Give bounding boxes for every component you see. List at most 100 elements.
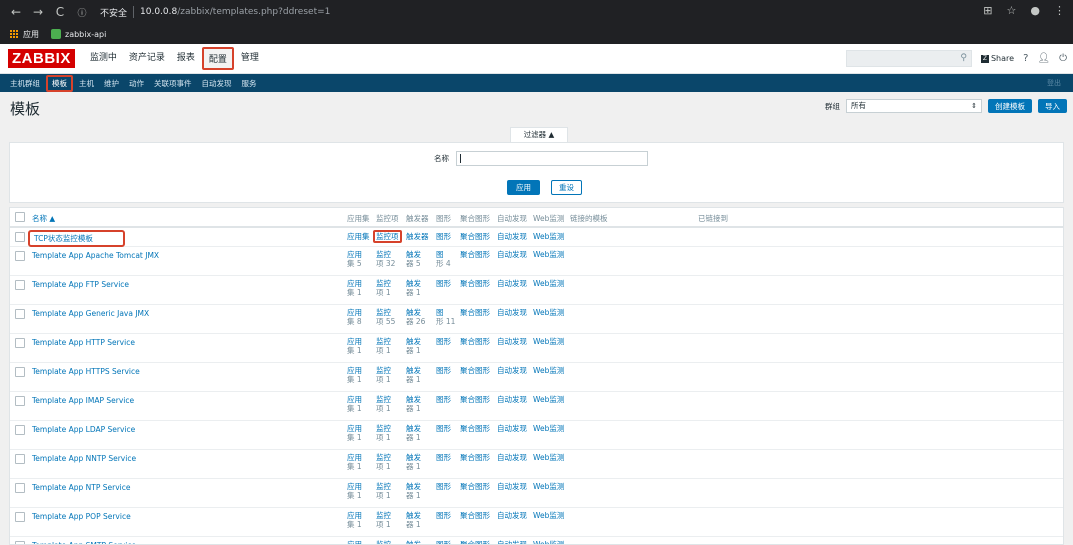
web-link[interactable]: Web监测 — [533, 482, 564, 491]
items-link[interactable]: 监控项 1 — [376, 482, 391, 500]
row-checkbox[interactable] — [15, 396, 25, 406]
zabbix-logo[interactable]: ZABBIX — [8, 49, 75, 68]
graphs-link[interactable]: 图形 — [436, 424, 451, 433]
template-name-link[interactable]: Template App IMAP Service — [32, 396, 134, 405]
row-checkbox[interactable] — [15, 232, 25, 242]
submenu-logout[interactable]: 登出 — [1043, 77, 1065, 89]
applications-link[interactable]: 应用集 1 — [347, 366, 362, 384]
web-link[interactable]: Web监测 — [533, 511, 564, 520]
graphs-link[interactable]: 图形 — [436, 453, 451, 462]
bookmark-star-icon[interactable]: ☆ — [1007, 4, 1017, 17]
applications-link[interactable]: 应用集 1 — [347, 279, 362, 297]
web-link[interactable]: Web监测 — [533, 424, 564, 433]
web-link[interactable]: Web监测 — [533, 453, 564, 462]
row-checkbox[interactable] — [15, 251, 25, 261]
forward-icon[interactable]: → — [30, 5, 46, 19]
more-menu-icon[interactable]: ⋮ — [1054, 4, 1065, 17]
applications-link[interactable]: 应用集 — [347, 232, 370, 241]
applications-link[interactable]: 应用集 1 — [347, 424, 362, 442]
web-link[interactable]: Web监测 — [533, 337, 564, 346]
discovery-link[interactable]: 自动发现 — [497, 424, 527, 433]
template-name-link[interactable]: Template App POP Service — [32, 512, 131, 521]
group-select[interactable]: 所有 ⇕ — [846, 99, 982, 113]
web-link[interactable]: Web监测 — [533, 540, 564, 544]
items-link[interactable]: 监控项 1 — [376, 395, 391, 413]
screens-link[interactable]: 聚合图形 — [460, 279, 490, 288]
template-name-link[interactable]: Template App Generic Java JMX — [32, 309, 149, 318]
applications-link[interactable]: 应用集 1 — [347, 337, 362, 355]
triggers-link[interactable]: 触发器 1 — [406, 424, 421, 442]
submenu-actions[interactable]: 动作 — [125, 77, 148, 90]
template-name-link[interactable]: Template App HTTP Service — [32, 338, 135, 347]
reload-icon[interactable]: C — [52, 5, 68, 19]
triggers-link[interactable]: 触发器 1 — [406, 453, 421, 471]
discovery-link[interactable]: 自动发现 — [497, 366, 527, 375]
graphs-link[interactable]: 图形 — [436, 395, 451, 404]
user-profile-icon[interactable]: 👤︎ — [1037, 53, 1050, 64]
select-all-checkbox[interactable] — [15, 212, 25, 222]
items-link[interactable]: 监控项 32 — [376, 250, 395, 268]
address-url[interactable]: 10.0.0.8/zabbix/templates.php?ddreset=1 — [140, 7, 330, 17]
row-checkbox[interactable] — [15, 541, 25, 544]
help-icon[interactable]: ? — [1023, 53, 1028, 64]
discovery-link[interactable]: 自动发现 — [497, 308, 527, 317]
graphs-link[interactable]: 图形 — [436, 511, 451, 520]
import-button[interactable]: 导入 — [1038, 99, 1067, 113]
row-checkbox[interactable] — [15, 512, 25, 522]
items-link[interactable]: 监控项 1 — [376, 366, 391, 384]
applications-link[interactable]: 应用集 1 — [347, 453, 362, 471]
applications-link[interactable]: 应用集 8 — [347, 308, 362, 326]
submenu-maintenance[interactable]: 维护 — [100, 77, 123, 90]
graphs-link[interactable]: 图形 — [436, 540, 451, 544]
graphs-link[interactable]: 图形 — [436, 279, 451, 288]
filter-name-input[interactable] — [456, 151, 648, 166]
web-link[interactable]: Web监测 — [533, 395, 564, 404]
items-link[interactable]: 监控项 1 — [376, 279, 391, 297]
triggers-link[interactable]: 触发器 26 — [406, 308, 425, 326]
template-name-link[interactable]: Template App Apache Tomcat JMX — [32, 251, 159, 260]
triggers-link[interactable]: 触发器 1 — [406, 540, 421, 544]
applications-link[interactable]: 应用集 5 — [347, 250, 362, 268]
triggers-link[interactable]: 触发器 1 — [406, 337, 421, 355]
menu-reports[interactable]: 报表 — [172, 47, 200, 70]
info-icon[interactable]: ⓘ — [74, 6, 90, 19]
triggers-link[interactable]: 触发器 1 — [406, 482, 421, 500]
submenu-discovery[interactable]: 自动发现 — [198, 77, 236, 90]
template-name-link[interactable]: Template App FTP Service — [32, 280, 129, 289]
screens-link[interactable]: 聚合图形 — [460, 511, 490, 520]
items-link[interactable]: 监控项 1 — [376, 511, 391, 529]
row-checkbox[interactable] — [15, 454, 25, 464]
filter-toggle-tab[interactable]: 过滤器 ▲ — [510, 127, 568, 142]
search-icon[interactable]: ⚲ — [960, 53, 967, 63]
submenu-correlation[interactable]: 关联项事件 — [150, 77, 196, 90]
items-link[interactable]: 监控项 55 — [376, 308, 395, 326]
discovery-link[interactable]: 自动发现 — [497, 395, 527, 404]
submenu-host-groups[interactable]: 主机群组 — [6, 77, 44, 90]
screens-link[interactable]: 聚合图形 — [460, 337, 490, 346]
discovery-link[interactable]: 自动发现 — [497, 540, 527, 544]
template-name-link[interactable]: Template App NTP Service — [32, 483, 130, 492]
back-icon[interactable]: ← — [8, 5, 24, 19]
items-link[interactable]: 监控项 1 — [376, 424, 391, 442]
discovery-link[interactable]: 自动发现 — [497, 453, 527, 462]
graphs-link[interactable]: 图形 — [436, 482, 451, 491]
menu-configuration[interactable]: 配置 — [201, 47, 234, 70]
discovery-link[interactable]: 自动发现 — [497, 279, 527, 288]
filter-apply-button[interactable]: 应用 — [507, 180, 540, 195]
bookmark-zabbix-api[interactable]: zabbix-api — [51, 29, 106, 39]
global-search-input[interactable]: ⚲ — [845, 50, 972, 67]
graphs-link[interactable]: 图形 11 — [436, 308, 455, 326]
row-checkbox[interactable] — [15, 425, 25, 435]
triggers-link[interactable]: 触发器 5 — [406, 250, 421, 268]
template-name-link[interactable]: Template App SMTP Service — [32, 541, 136, 544]
menu-administration[interactable]: 管理 — [236, 47, 264, 70]
applications-link[interactable]: 应用集 1 — [347, 482, 362, 500]
menu-monitoring[interactable]: 监测中 — [85, 47, 122, 70]
discovery-link[interactable]: 自动发现 — [497, 232, 527, 241]
row-checkbox[interactable] — [15, 367, 25, 377]
submenu-templates[interactable]: 模板 — [46, 74, 73, 92]
discovery-link[interactable]: 自动发现 — [497, 511, 527, 520]
web-link[interactable]: Web监测 — [533, 366, 564, 375]
web-link[interactable]: Web监测 — [533, 250, 564, 259]
screens-link[interactable]: 聚合图形 — [460, 424, 490, 433]
